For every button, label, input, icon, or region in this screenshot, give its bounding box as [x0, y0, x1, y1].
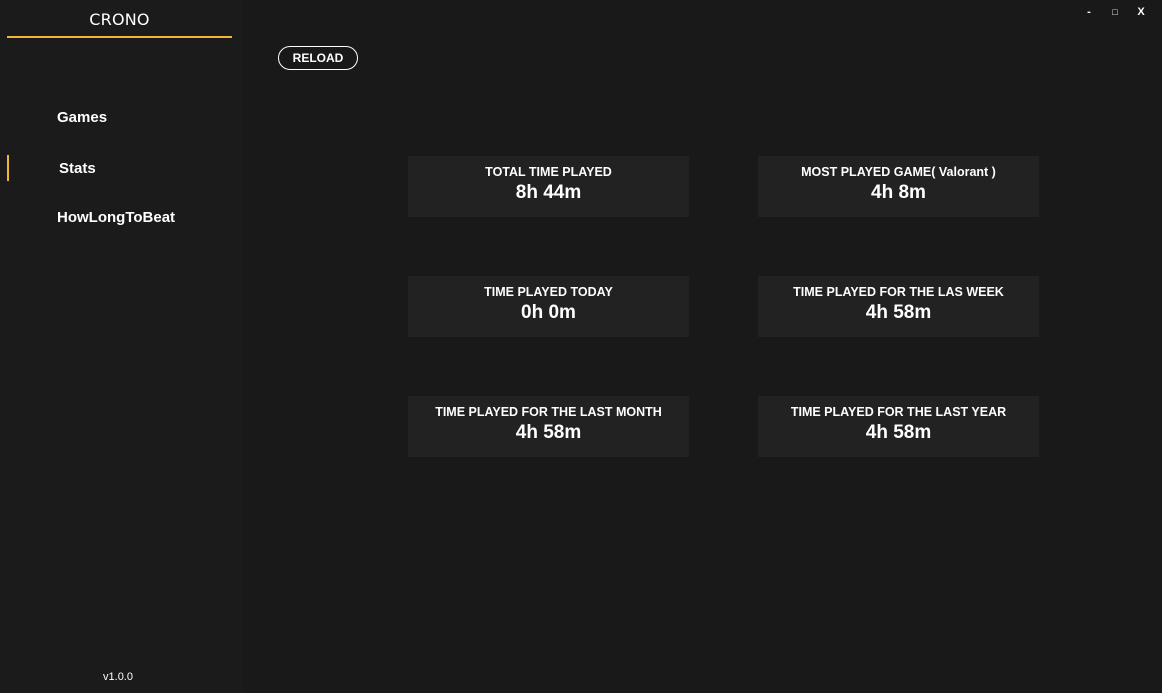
app-version: v1.0.0 — [103, 671, 133, 683]
close-button[interactable]: X — [1128, 4, 1154, 20]
stat-card-last-year: TIME PLAYED FOR THE LAST YEAR 4h 58m — [758, 396, 1039, 457]
stat-value: 4h 58m — [515, 422, 582, 443]
sidebar-item-stats[interactable]: Stats — [59, 160, 96, 177]
sidebar-item-games[interactable]: Games — [57, 109, 107, 126]
stat-label: TIME PLAYED FOR THE LAST YEAR — [790, 405, 1007, 419]
stat-label: TIME PLAYED FOR THE LAST MONTH — [435, 405, 662, 419]
minimize-button[interactable]: - — [1076, 4, 1102, 20]
stat-label: MOST PLAYED GAME( Valorant ) — [801, 165, 996, 179]
stat-card-today: TIME PLAYED TODAY 0h 0m — [408, 276, 689, 337]
stat-value: 4h 58m — [865, 302, 932, 323]
active-nav-indicator — [7, 155, 9, 181]
app-window: CRONO Games Stats HowLongToBeat v1.0.0 -… — [0, 0, 1162, 693]
stat-value: 0h 0m — [521, 302, 576, 323]
stat-label: TIME PLAYED TODAY — [484, 285, 613, 299]
sidebar: CRONO Games Stats HowLongToBeat v1.0.0 — [0, 0, 243, 693]
sidebar-item-howlongtobeat[interactable]: HowLongToBeat — [57, 209, 175, 226]
stat-label: TIME PLAYED FOR THE LAS WEEK — [793, 285, 1004, 299]
stat-card-most-played: MOST PLAYED GAME( Valorant ) 4h 8m — [758, 156, 1039, 217]
stat-card-last-week: TIME PLAYED FOR THE LAS WEEK 4h 58m — [758, 276, 1039, 337]
maximize-button[interactable]: □ — [1102, 4, 1128, 20]
stat-card-last-month: TIME PLAYED FOR THE LAST MONTH 4h 58m — [408, 396, 689, 457]
app-title: CRONO — [7, 0, 232, 38]
window-controls: - □ X — [1076, 4, 1154, 20]
stat-card-total-time: TOTAL TIME PLAYED 8h 44m — [408, 156, 689, 217]
stat-label: TOTAL TIME PLAYED — [485, 165, 612, 179]
reload-button[interactable]: RELOAD — [278, 46, 358, 70]
stat-value: 8h 44m — [515, 182, 582, 203]
stat-value: 4h 8m — [871, 182, 926, 203]
stat-value: 4h 58m — [865, 422, 932, 443]
